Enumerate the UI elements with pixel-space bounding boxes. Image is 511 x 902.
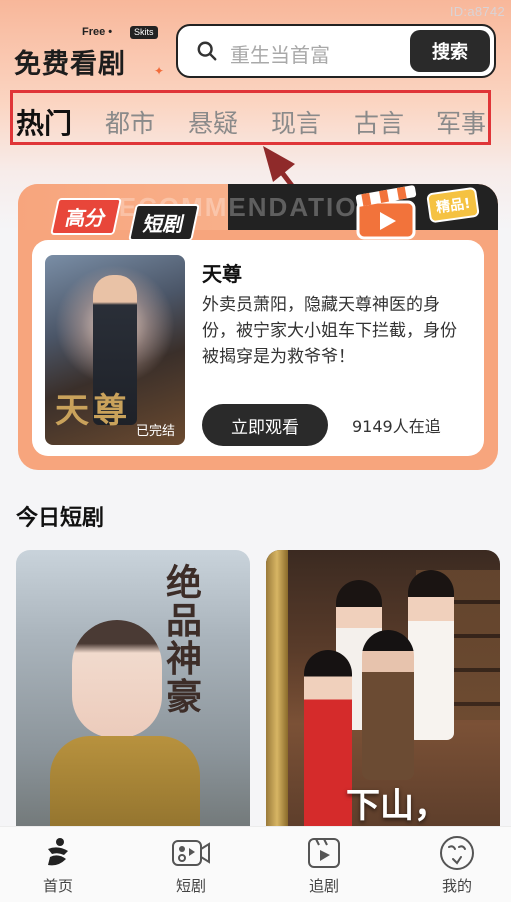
nav-home-label: 首页 bbox=[42, 877, 73, 895]
featured-drama-card[interactable]: 天尊 已完结 天尊 外卖员萧阳，隐藏天尊神医的身份，被宁家大小姐车下拦截，身份被… bbox=[32, 240, 484, 456]
badge-short-drama: 短剧 bbox=[128, 204, 200, 241]
poster-person bbox=[304, 650, 352, 840]
search-button[interactable]: 搜索 bbox=[410, 30, 490, 72]
category-tabs: 热门 都市 悬疑 现言 古言 军事 bbox=[14, 104, 494, 144]
nav-short-drama-label: 短剧 bbox=[175, 877, 206, 895]
search-input[interactable]: 重生当首富 bbox=[230, 39, 330, 68]
today-section-title: 今日短剧 bbox=[16, 506, 105, 531]
logo-skits-badge: Skits bbox=[130, 26, 158, 39]
logo-name: 免费看剧 bbox=[14, 49, 126, 80]
tab-suspense[interactable]: 悬疑 bbox=[188, 104, 238, 140]
nav-profile[interactable]: 我的 bbox=[417, 835, 497, 899]
poster-person bbox=[362, 630, 414, 780]
tab-ancient-romance[interactable]: 古言 bbox=[354, 104, 404, 140]
clapperboard-icon bbox=[355, 185, 417, 240]
play-clapper-icon bbox=[308, 838, 340, 868]
watermark: ID:a8742 bbox=[449, 4, 505, 19]
profile-icon bbox=[440, 836, 474, 870]
logo-free-label: Free • bbox=[82, 26, 113, 38]
poster-frame bbox=[266, 550, 288, 840]
completed-status: 已完结 bbox=[135, 424, 175, 439]
high-score-badge: 高分 短剧 bbox=[50, 196, 224, 241]
featured-banner[interactable]: RECOMMENDATION 高分 短剧 精品! 天尊 已完结 天尊 外卖员萧阳… bbox=[18, 184, 498, 470]
nav-following[interactable]: 追剧 bbox=[284, 835, 364, 899]
video-camera-icon bbox=[172, 840, 210, 866]
search-icon bbox=[197, 41, 217, 61]
tab-urban[interactable]: 都市 bbox=[105, 104, 155, 140]
today-poster-2[interactable]: 下山， bbox=[266, 550, 500, 840]
tab-modern-romance[interactable]: 现言 bbox=[271, 104, 321, 140]
poster-person bbox=[408, 570, 454, 740]
logo-sparkle-icon: ✦ bbox=[154, 64, 165, 78]
poster-face bbox=[72, 620, 162, 738]
badge-high-score: 高分 bbox=[50, 198, 122, 235]
home-icon bbox=[48, 838, 68, 866]
poster-1-title: 绝品神豪 bbox=[166, 562, 203, 718]
search-bar[interactable]: 重生当首富 搜索 bbox=[176, 24, 496, 78]
nav-following-label: 追剧 bbox=[308, 877, 339, 895]
app-logo: Free • Skits 免费看剧 ✦ bbox=[14, 24, 164, 80]
nav-home[interactable]: 首页 bbox=[18, 835, 98, 899]
poster-body bbox=[50, 736, 200, 840]
poster-title: 天尊 bbox=[55, 391, 131, 431]
featured-title: 天尊 bbox=[202, 262, 242, 286]
tab-military[interactable]: 军事 bbox=[436, 104, 486, 140]
nav-profile-label: 我的 bbox=[441, 877, 472, 895]
poster-2-title: 下山， bbox=[346, 786, 448, 826]
featured-poster[interactable]: 天尊 已完结 bbox=[45, 255, 185, 445]
featured-description: 外卖员萧阳，隐藏天尊神医的身份，被宁家大小姐车下拦截，身份被揭穿是为救爷爷！ bbox=[202, 295, 457, 367]
bottom-navigation: 首页 短剧 追剧 我的 bbox=[0, 826, 511, 902]
followers-count: 9149人在追 bbox=[352, 417, 441, 436]
watch-now-button[interactable]: 立即观看 bbox=[202, 404, 328, 446]
nav-short-drama[interactable]: 短剧 bbox=[151, 835, 231, 899]
tab-hot[interactable]: 热门 bbox=[16, 102, 72, 142]
today-poster-1[interactable]: 绝品神豪 bbox=[16, 550, 250, 840]
